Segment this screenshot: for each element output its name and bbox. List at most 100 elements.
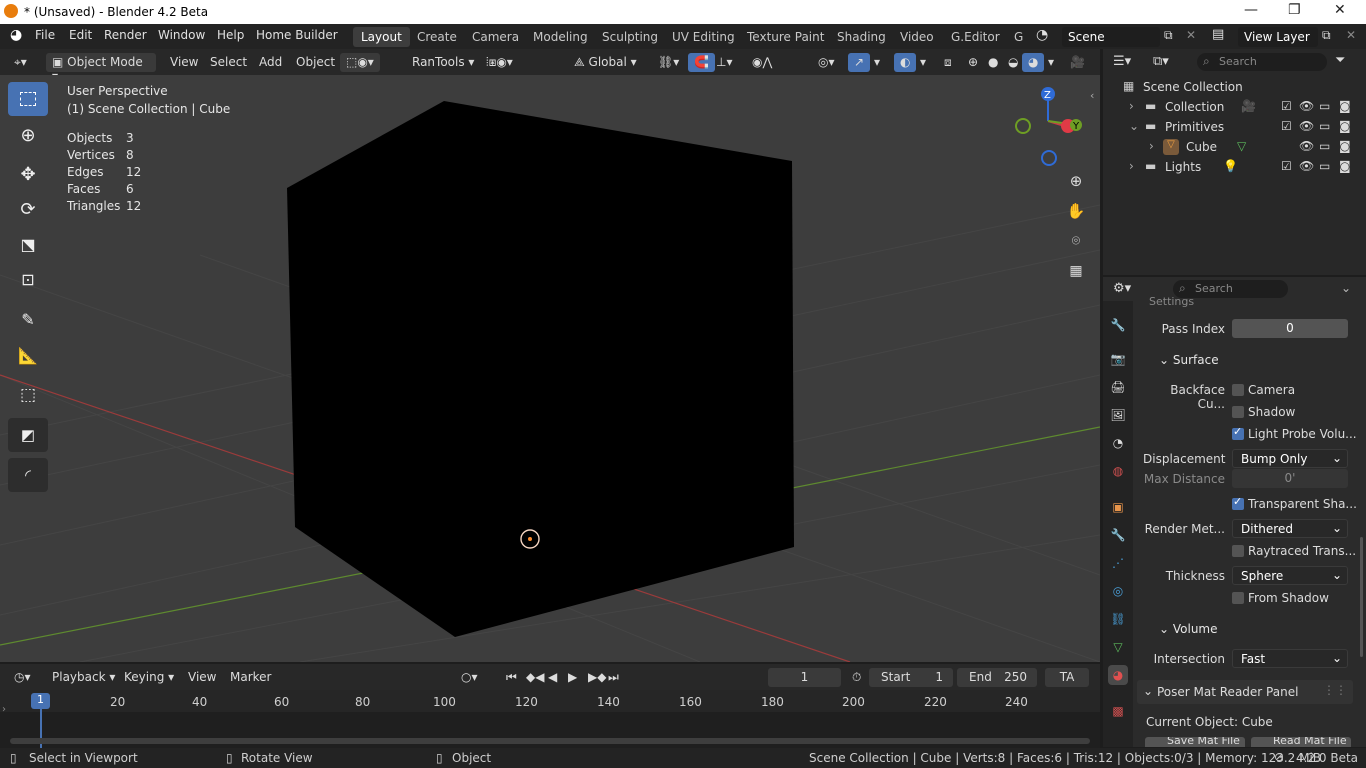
tab-create[interactable]: Create xyxy=(409,27,465,47)
render-method-dropdown[interactable]: Dithered ⌄ xyxy=(1232,519,1348,538)
collapse-chevron-icon[interactable]: ⌄ xyxy=(1129,119,1139,133)
poser-panel-header[interactable]: ⌄ Poser Mat Reader Panel ⋮⋮ xyxy=(1137,680,1353,704)
annotate-tool[interactable]: ✎ xyxy=(8,302,48,336)
play-reverse-icon[interactable]: ◀ xyxy=(542,668,563,687)
jump-end-icon[interactable]: ⏭ xyxy=(602,668,625,687)
render-camera-icon[interactable]: ◙ xyxy=(1339,159,1351,173)
playback-menu[interactable]: Playback ▾ xyxy=(46,668,121,687)
xray-icon[interactable]: ⧈ xyxy=(938,53,958,72)
cursor-tool[interactable]: ⊕ xyxy=(8,118,48,152)
render-camera-icon[interactable]: ◙ xyxy=(1339,99,1351,113)
filter-icon[interactable]: ⏷ xyxy=(1335,53,1345,68)
orientation-dropdown[interactable]: ⟁ Global ▾ xyxy=(568,53,643,72)
play-icon[interactable]: ▶ xyxy=(562,668,583,687)
keying-menu[interactable]: Keying ▾ xyxy=(118,668,180,687)
zoom-icon[interactable]: ⊕ xyxy=(1062,167,1090,195)
outliner-display-icon[interactable]: ⧉▾ xyxy=(1153,54,1169,69)
snap-target-icon[interactable]: ⊥▾ xyxy=(710,53,738,72)
outliner-row-collection[interactable]: › ▬ Collection 🎥 ☑ 👁 ▭ ◙ xyxy=(1103,97,1366,117)
editor-type-icon[interactable]: ⌖▾ xyxy=(8,53,33,72)
drag-handle-icon[interactable]: ⋮⋮ xyxy=(1323,683,1347,697)
light-probe-checkbox[interactable]: ✓ xyxy=(1232,425,1244,440)
texture-tab-icon[interactable]: ▩ xyxy=(1108,701,1128,721)
menu-window[interactable]: Window xyxy=(158,28,205,42)
tab-modeling[interactable]: Modeling xyxy=(525,27,596,47)
falloff-icon[interactable]: ⦙⧆◉▾ xyxy=(480,53,519,72)
render-camera-icon[interactable]: ◙ xyxy=(1339,119,1351,133)
stopwatch-icon[interactable]: ⏱ xyxy=(846,668,867,687)
minimize-icon[interactable]: — xyxy=(1244,2,1258,18)
eye-icon[interactable]: 👁 xyxy=(1299,139,1314,153)
exclude-checkbox-icon[interactable]: ☑ xyxy=(1281,99,1292,113)
view-layer-close-icon[interactable]: ✕ xyxy=(1346,28,1356,42)
timeline[interactable]: › 1 20 40 60 80 100 120 140 160 180 200 … xyxy=(0,690,1100,748)
extra-tool-1[interactable]: ◩ xyxy=(8,418,48,452)
tab-layout[interactable]: Layout xyxy=(353,27,410,47)
auto-keying-icon[interactable]: ○▾ xyxy=(455,668,484,687)
shadow-checkbox[interactable] xyxy=(1232,406,1244,418)
output-tab-icon[interactable]: 🖨 xyxy=(1108,377,1128,397)
start-frame-field[interactable]: Start 1 xyxy=(869,668,953,687)
select-box-tool[interactable] xyxy=(8,82,48,116)
add-menu[interactable]: Add xyxy=(253,53,288,72)
menu-home-builder[interactable]: Home Builder xyxy=(256,28,338,42)
tab-video[interactable]: Video xyxy=(892,27,942,47)
render-camera-icon[interactable]: ◙ xyxy=(1339,139,1351,153)
volume-section-header[interactable]: ⌄ Volume xyxy=(1159,622,1218,636)
monitor-icon[interactable]: ▭ xyxy=(1319,139,1330,153)
tab-sculpting[interactable]: Sculpting xyxy=(594,27,666,47)
properties-scrollbar[interactable] xyxy=(1360,537,1363,657)
mode-dropdown[interactable]: ▣ Object Mode ▾ xyxy=(46,53,156,83)
constraints-tab-icon[interactable]: ⛓ xyxy=(1108,609,1128,629)
save-mat-button[interactable]: Save Mat File xyxy=(1145,737,1245,747)
3d-viewport[interactable]: Z Y User Perspective (1) Scene Collectio… xyxy=(0,75,1100,662)
menu-help[interactable]: Help xyxy=(217,28,244,42)
pass-index-field[interactable]: 0 xyxy=(1232,319,1348,338)
camera-icon[interactable]: ⌾ xyxy=(1062,227,1090,255)
gizmo-dropdown-icon[interactable]: ▾ xyxy=(868,53,886,72)
gizmo-neg-y-handle[interactable] xyxy=(1015,118,1031,134)
render-tab-icon[interactable]: 📷 xyxy=(1108,349,1128,369)
eye-icon[interactable]: 👁 xyxy=(1299,119,1314,133)
view-layer-icon[interactable]: ▤ xyxy=(1212,27,1224,42)
scene-close-icon[interactable]: ✕ xyxy=(1186,28,1196,42)
pivot-icon[interactable]: ⛓▾ xyxy=(652,53,685,72)
camera-view-icon[interactable]: 🎥 xyxy=(1064,53,1091,72)
extra-tool-2[interactable]: ◜ xyxy=(8,458,48,492)
sidebar-toggle-icon[interactable]: ‹ xyxy=(1090,89,1094,102)
end-frame-field[interactable]: End 250 xyxy=(957,668,1037,687)
transparent-shadow-checkbox[interactable]: ✓ xyxy=(1232,495,1244,510)
exclude-checkbox-icon[interactable]: ☑ xyxy=(1281,159,1292,173)
move-tool[interactable]: ✥ xyxy=(8,157,48,191)
physics-tab-icon[interactable]: ◎ xyxy=(1108,581,1128,601)
tab-shading[interactable]: Shading xyxy=(829,27,894,47)
monitor-icon[interactable]: ▭ xyxy=(1319,99,1330,113)
wireframe-shading-icon[interactable]: ⊕ xyxy=(962,53,984,72)
properties-options-icon[interactable]: ⌄ xyxy=(1341,281,1351,295)
menu-render[interactable]: Render xyxy=(104,28,147,42)
gizmo-neg-z-handle[interactable] xyxy=(1041,150,1057,166)
from-shadow-checkbox[interactable] xyxy=(1232,592,1244,604)
select-menu[interactable]: Select xyxy=(204,53,253,72)
timeline-scrollbar[interactable] xyxy=(10,738,1090,744)
rantools-menu[interactable]: RanTools ▾ xyxy=(406,53,480,72)
monitor-icon[interactable]: ▭ xyxy=(1319,159,1330,173)
intersection-dropdown[interactable]: Fast ⌄ xyxy=(1232,649,1348,668)
menu-file[interactable]: File xyxy=(35,28,55,42)
view-menu[interactable]: View xyxy=(164,53,204,72)
timeline-view-menu[interactable]: View xyxy=(182,668,222,687)
camera-checkbox[interactable] xyxy=(1232,384,1244,396)
max-distance-field[interactable]: 0' xyxy=(1232,469,1348,488)
expand-chevron-icon[interactable]: › xyxy=(1129,99,1134,113)
thickness-dropdown[interactable]: Sphere ⌄ xyxy=(1232,566,1348,585)
visibility-icon[interactable]: ◎▾ xyxy=(812,53,841,72)
object-menu[interactable]: Object xyxy=(290,53,341,72)
tool-tab-icon[interactable]: 🔧 xyxy=(1108,315,1128,335)
view-layer-copy-icon[interactable]: ⧉ xyxy=(1322,28,1331,43)
cube-object[interactable] xyxy=(287,101,794,637)
data-tab-icon[interactable]: ▽ xyxy=(1108,637,1128,657)
rotate-tool[interactable]: ⟳ xyxy=(8,192,48,226)
timeline-editor-icon[interactable]: ◷▾ xyxy=(8,668,37,687)
material-tab-icon[interactable]: ◕ xyxy=(1108,665,1128,685)
shading-dropdown-icon[interactable]: ▾ xyxy=(1042,53,1060,72)
